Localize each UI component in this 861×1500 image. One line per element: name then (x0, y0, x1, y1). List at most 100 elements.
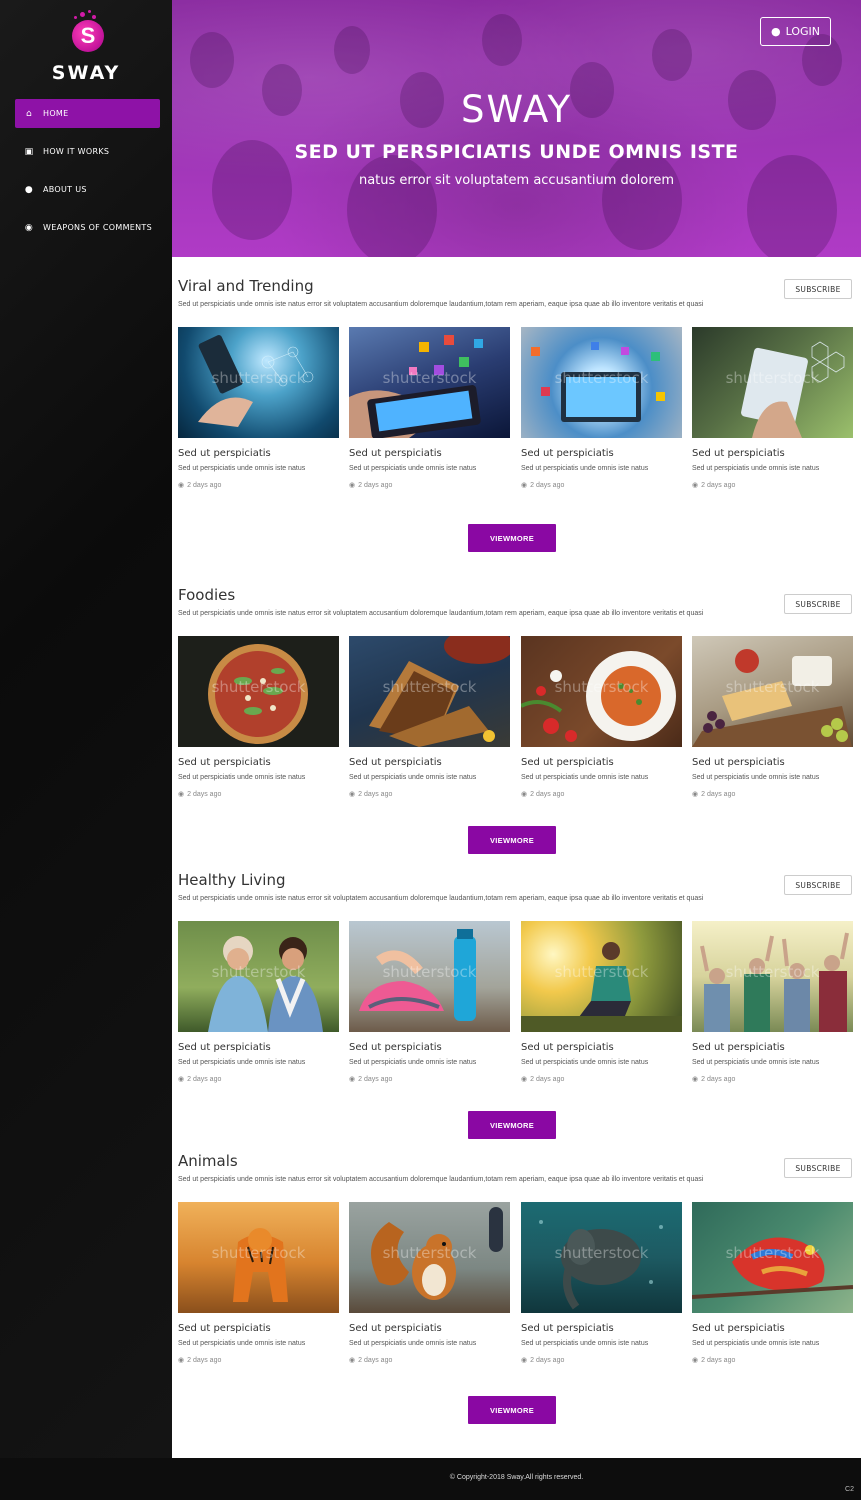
card-title[interactable]: Sed ut perspiciatis (521, 1323, 682, 1334)
section-title: Viral and Trending (178, 277, 314, 295)
card[interactable]: shutterstock Sed ut perspiciatis Sed ut … (349, 1202, 510, 1364)
card-title[interactable]: Sed ut perspiciatis (178, 757, 339, 768)
card[interactable]: shutterstock Sed ut perspiciatis Sed ut … (178, 327, 339, 489)
eye-icon: ◉ (349, 482, 356, 489)
card[interactable]: shutterstock Sed ut perspiciatis Sed ut … (178, 636, 339, 798)
subscribe-button[interactable]: SUBSCRIBE (784, 875, 852, 895)
hero-title: SWAY (460, 88, 573, 131)
section-description: Sed ut perspiciatis unde omnis iste natu… (178, 895, 704, 902)
card-image-senior-women[interactable]: shutterstock (178, 921, 339, 1032)
card-title[interactable]: Sed ut perspiciatis (692, 1323, 853, 1334)
card[interactable]: shutterstock Sed ut perspiciatis Sed ut … (178, 1202, 339, 1364)
eye-icon: ◉ (178, 1357, 185, 1364)
card-title[interactable]: Sed ut perspiciatis (178, 1042, 339, 1053)
viewmore-button[interactable]: VIEWMORE (468, 1396, 556, 1424)
sidebar-item-home[interactable]: ⌂ HOME (15, 99, 160, 128)
section-title: Foodies (178, 586, 236, 604)
sidebar-item-label: WEAPONS OF COMMENTS (43, 223, 152, 232)
card-text: Sed ut perspiciatis unde omnis iste natu… (178, 1059, 306, 1066)
viewmore-button[interactable]: VIEWMORE (468, 524, 556, 552)
card-title[interactable]: Sed ut perspiciatis (178, 1323, 339, 1334)
card-date: 2 days ago (358, 481, 393, 489)
sidebar-item-label: HOME (43, 109, 69, 118)
card-title[interactable]: Sed ut perspiciatis (521, 448, 682, 459)
watermark: shutterstock (725, 678, 820, 696)
card-title[interactable]: Sed ut perspiciatis (349, 1042, 510, 1053)
login-label: LOGIN (785, 25, 820, 38)
viewmore-button[interactable]: VIEWMORE (468, 826, 556, 854)
footer-code: C2 (845, 1486, 854, 1493)
card-title[interactable]: Sed ut perspiciatis (521, 757, 682, 768)
watermark: shutterstock (382, 678, 477, 696)
card-image-sandwich[interactable]: shutterstock (349, 636, 510, 747)
card-title[interactable]: Sed ut perspiciatis (349, 1323, 510, 1334)
subscribe-button[interactable]: SUBSCRIBE (784, 594, 852, 614)
card-image-tiger[interactable]: shutterstock (178, 1202, 339, 1313)
card-image-cheese-board[interactable]: shutterstock (692, 636, 853, 747)
subscribe-button[interactable]: SUBSCRIBE (784, 279, 852, 299)
card-title[interactable]: Sed ut perspiciatis (178, 448, 339, 459)
card-title[interactable]: Sed ut perspiciatis (692, 757, 853, 768)
card[interactable]: shutterstock Sed ut perspiciatis Sed ut … (692, 921, 853, 1083)
eye-icon: ◉ (521, 1076, 528, 1083)
card-title[interactable]: Sed ut perspiciatis (692, 448, 853, 459)
watermark: shutterstock (211, 1244, 306, 1262)
card[interactable]: shutterstock Sed ut perspiciatis Sed ut … (349, 636, 510, 798)
card-image-sneakers-bottle[interactable]: shutterstock (349, 921, 510, 1032)
eye-icon: ◉ (178, 1076, 185, 1083)
card-meta: ◉ 2 days ago (349, 1075, 510, 1084)
section-description: Sed ut perspiciatis unde omnis iste natu… (178, 610, 704, 617)
card[interactable]: shutterstock Sed ut perspiciatis Sed ut … (692, 327, 853, 489)
card-image-squirrel[interactable]: shutterstock (349, 1202, 510, 1313)
card-meta: ◉ 2 days ago (692, 1075, 853, 1084)
card-text: Sed ut perspiciatis unde omnis iste natu… (521, 465, 649, 472)
hero-tagline: natus error sit voluptatem accusantium d… (358, 173, 675, 188)
card-image-sunset-runner[interactable]: shutterstock (521, 921, 682, 1032)
sidebar-item-weapons-of-comments[interactable]: ◉ WEAPONS OF COMMENTS (15, 213, 160, 242)
card-meta: ◉ 2 days ago (349, 481, 510, 490)
card-date: 2 days ago (187, 1356, 222, 1364)
card-image-tablet-hexagons[interactable]: shutterstock (692, 327, 853, 438)
card-text: Sed ut perspiciatis unde omnis iste natu… (178, 774, 306, 781)
sidebar-item-how-it-works[interactable]: ▣ HOW IT WORKS (15, 137, 160, 166)
login-button[interactable]: ● LOGIN (760, 17, 831, 46)
viewmore-button[interactable]: VIEWMORE (468, 1111, 556, 1139)
eye-icon: ◉ (349, 1076, 356, 1083)
card-date: 2 days ago (187, 481, 222, 489)
card-image-phone-apps[interactable]: shutterstock (349, 327, 510, 438)
card-image-chameleon[interactable]: shutterstock (692, 1202, 853, 1313)
card[interactable]: shutterstock Sed ut perspiciatis Sed ut … (521, 327, 682, 489)
eye-icon: ◉ (349, 1357, 356, 1364)
brand-logo[interactable]: S SWAY (0, 10, 172, 84)
card-date: 2 days ago (701, 481, 736, 489)
subscribe-button[interactable]: SUBSCRIBE (784, 1158, 852, 1178)
card[interactable]: shutterstock Sed ut perspiciatis Sed ut … (178, 921, 339, 1083)
card-title[interactable]: Sed ut perspiciatis (349, 448, 510, 459)
card[interactable]: shutterstock Sed ut perspiciatis Sed ut … (692, 636, 853, 798)
card-image-elephant-underwater[interactable]: shutterstock (521, 1202, 682, 1313)
card-text: Sed ut perspiciatis unde omnis iste natu… (692, 1340, 820, 1347)
watermark: shutterstock (725, 1244, 820, 1262)
card-image-tablet-media[interactable]: shutterstock (521, 327, 682, 438)
card-image-pasta[interactable]: shutterstock (521, 636, 682, 747)
card[interactable]: shutterstock Sed ut perspiciatis Sed ut … (349, 327, 510, 489)
card[interactable]: shutterstock Sed ut perspiciatis Sed ut … (349, 921, 510, 1083)
card-text: Sed ut perspiciatis unde omnis iste natu… (349, 1340, 477, 1347)
card-date: 2 days ago (701, 790, 736, 798)
card[interactable]: shutterstock Sed ut perspiciatis Sed ut … (692, 1202, 853, 1364)
watermark: shutterstock (382, 1244, 477, 1262)
card-image-pizza[interactable]: shutterstock (178, 636, 339, 747)
card-meta: ◉ 2 days ago (178, 1356, 339, 1365)
card-date: 2 days ago (358, 790, 393, 798)
card[interactable]: shutterstock Sed ut perspiciatis Sed ut … (521, 921, 682, 1083)
card-image-happy-seniors[interactable]: shutterstock (692, 921, 853, 1032)
card-image-network[interactable]: shutterstock (178, 327, 339, 438)
card[interactable]: shutterstock Sed ut perspiciatis Sed ut … (521, 636, 682, 798)
card-title[interactable]: Sed ut perspiciatis (349, 757, 510, 768)
card-title[interactable]: Sed ut perspiciatis (521, 1042, 682, 1053)
sidebar-item-about-us[interactable]: ● ABOUT US (15, 175, 160, 204)
card[interactable]: shutterstock Sed ut perspiciatis Sed ut … (521, 1202, 682, 1364)
card-date: 2 days ago (187, 790, 222, 798)
card-title[interactable]: Sed ut perspiciatis (692, 1042, 853, 1053)
eye-icon: ◉ (692, 791, 699, 798)
